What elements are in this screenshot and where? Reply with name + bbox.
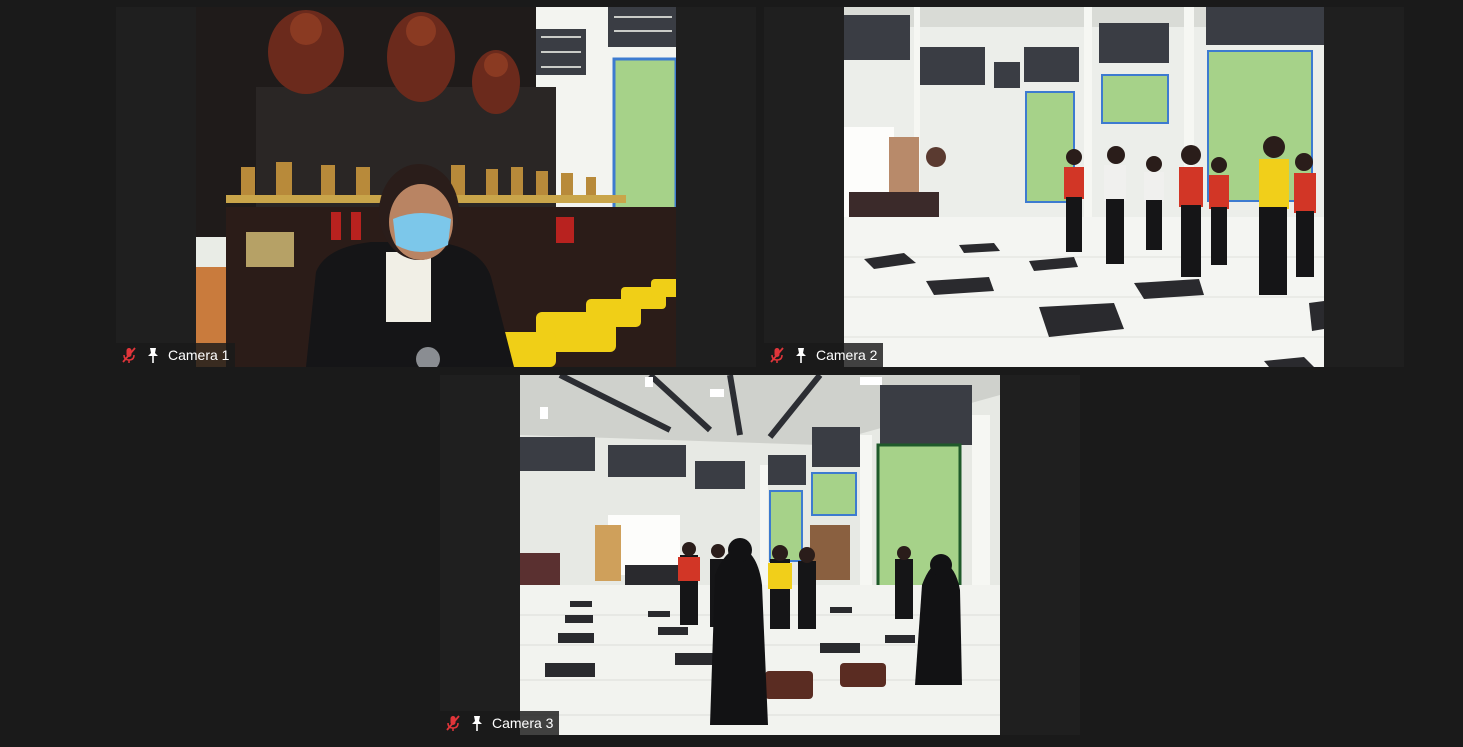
video-feed-camera-3 [520,375,1000,735]
participant-name: Camera 2 [816,347,878,363]
video-feed-camera-1 [196,7,676,367]
participant-name: Camera 3 [492,715,554,731]
participant-label-camera-1: Camera 1 [116,343,236,367]
participant-label-camera-3: Camera 3 [440,711,560,735]
pin-icon [144,346,162,364]
microphone-muted-icon [444,714,462,732]
video-tile-camera-3[interactable]: Camera 3 [440,375,1080,735]
video-tile-camera-1[interactable]: Camera 1 [116,7,756,367]
participant-name: Camera 1 [168,347,230,363]
microphone-muted-icon [120,346,138,364]
gallery-view: Camera 1 Camera 2 Camera 3 [0,0,1463,747]
pin-icon [468,714,486,732]
microphone-muted-icon [768,346,786,364]
pin-icon [792,346,810,364]
video-feed-camera-2 [844,7,1324,367]
video-tile-camera-2[interactable]: Camera 2 [764,7,1404,367]
participant-label-camera-2: Camera 2 [764,343,884,367]
